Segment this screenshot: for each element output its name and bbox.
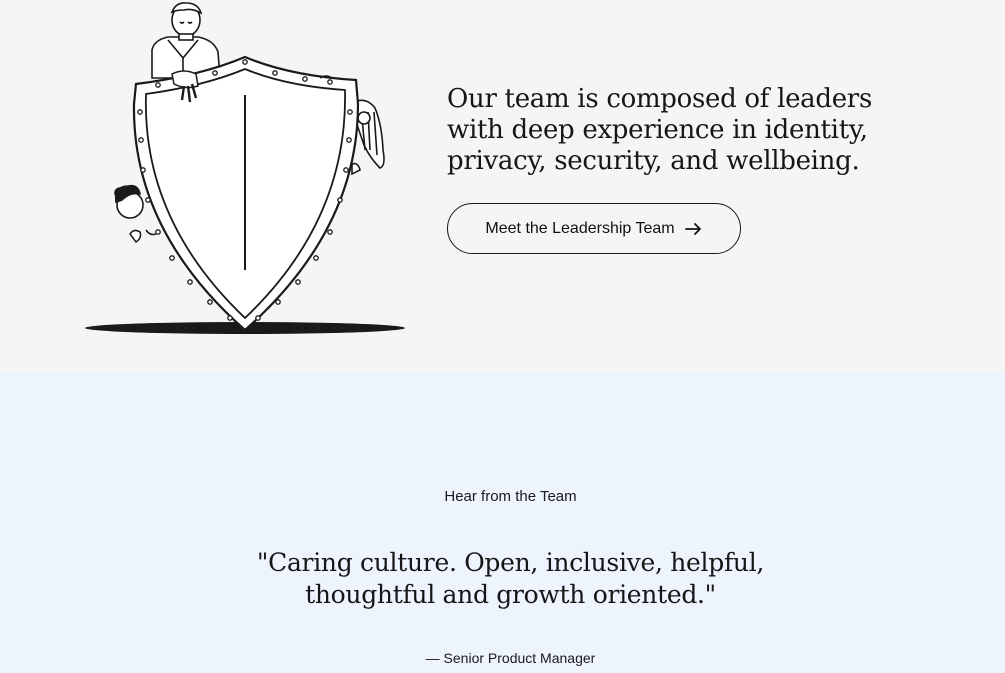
testimonial-attribution: — Senior Product Manager — [425, 650, 596, 666]
headline-line: privacy, security, and wellbeing. — [447, 146, 860, 176]
headline-line: Our team is composed of leaders — [447, 84, 872, 114]
quote-line: "Caring culture. Open, inclusive, helpfu… — [256, 548, 765, 577]
quote-line: thoughtful and growth oriented." — [305, 580, 716, 609]
shield-illustration — [85, 2, 405, 334]
headline-line: with deep experience in identity, — [447, 115, 868, 145]
testimonial-section — [0, 372, 1005, 673]
meet-leadership-team-button[interactable]: Meet the Leadership Team — [447, 203, 741, 254]
cta-label: Meet the Leadership Team — [485, 219, 675, 237]
arrow-right-icon — [684, 222, 703, 236]
person-top-figure — [151, 2, 221, 79]
testimonial-eyebrow: Hear from the Team — [444, 488, 577, 505]
testimonial-quote: "Caring culture. Open, inclusive, helpfu… — [0, 547, 1005, 611]
team-intro-headline: Our team is composed of leaders with dee… — [447, 84, 967, 177]
